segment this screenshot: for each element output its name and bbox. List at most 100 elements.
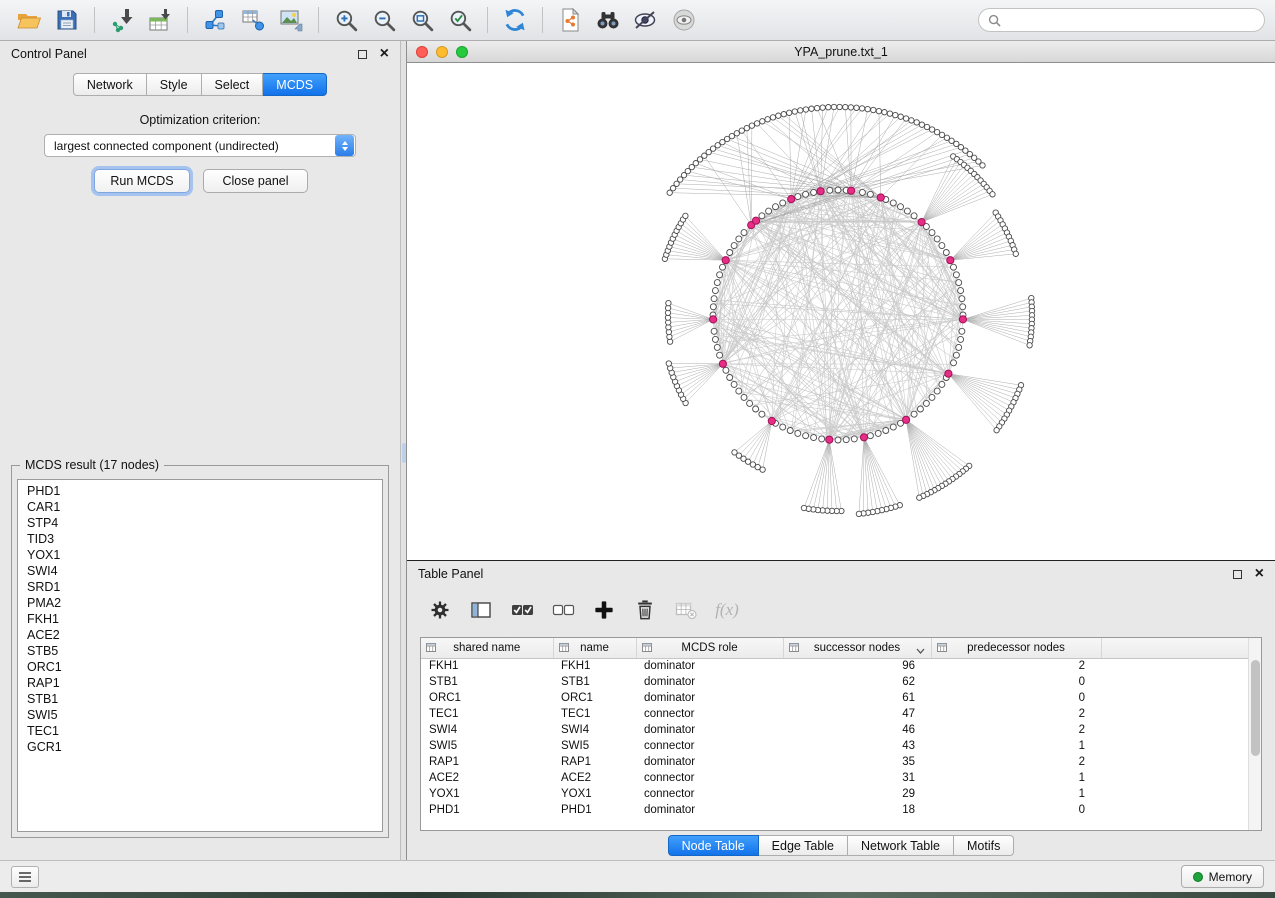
maximize-window-icon[interactable]: [456, 46, 468, 58]
run-mcds-button[interactable]: Run MCDS: [94, 169, 190, 193]
network-view[interactable]: [407, 63, 1275, 560]
table-row[interactable]: YOX1YOX1connector291: [421, 786, 1249, 802]
control-tab-select[interactable]: Select: [202, 73, 264, 96]
mcds-result-item[interactable]: CAR1: [18, 499, 382, 515]
column-header-predecessor-nodes[interactable]: predecessor nodes: [931, 638, 1101, 658]
deselect-all-button[interactable]: [551, 598, 575, 622]
import-table-file-button[interactable]: [144, 4, 176, 36]
panel-splitter[interactable]: [400, 41, 407, 860]
select-all-button[interactable]: [510, 598, 534, 622]
table-row[interactable]: ACE2ACE2connector311: [421, 770, 1249, 786]
import-public-network-button[interactable]: [554, 4, 586, 36]
table-panel: Table Panel ×: [407, 561, 1275, 860]
scrollbar-thumb[interactable]: [1251, 660, 1260, 756]
table-row[interactable]: PHD1PHD1dominator180: [421, 802, 1249, 818]
mcds-result-item[interactable]: RAP1: [18, 675, 382, 691]
splitter-handle-icon[interactable]: [402, 443, 406, 463]
close-panel-button[interactable]: Close panel: [203, 169, 308, 193]
toolbar-separator: [318, 7, 319, 33]
save-session-button[interactable]: [51, 4, 83, 36]
column-header-shared-name[interactable]: shared name: [421, 638, 553, 658]
network-canvas[interactable]: [407, 63, 1275, 560]
float-panel-icon[interactable]: [358, 50, 367, 59]
column-header-name[interactable]: name: [553, 638, 636, 658]
control-tab-network[interactable]: Network: [73, 73, 147, 96]
mcds-result-item[interactable]: SWI4: [18, 563, 382, 579]
network-window-titlebar[interactable]: YPA_prune.txt_1: [407, 41, 1275, 63]
vertical-scrollbar[interactable]: [1248, 638, 1261, 830]
list-menu-icon: [18, 871, 32, 883]
show-column-panel-button[interactable]: [469, 598, 493, 622]
memory-status-icon: [1193, 872, 1203, 882]
mcds-result-item[interactable]: STP4: [18, 515, 382, 531]
mcds-result-item[interactable]: SRD1: [18, 579, 382, 595]
delete-column-button[interactable]: [633, 598, 657, 622]
optimization-criterion-select[interactable]: largest connected component (undirected): [44, 134, 356, 157]
delete-table-button[interactable]: [674, 598, 698, 622]
control-tab-style[interactable]: Style: [147, 73, 202, 96]
selected-option: largest connected component (undirected): [45, 139, 335, 153]
mcds-result-item[interactable]: PMA2: [18, 595, 382, 611]
mcds-result-item[interactable]: STB1: [18, 691, 382, 707]
mcds-result-item[interactable]: TID3: [18, 531, 382, 547]
window-controls: [407, 46, 468, 58]
node-table: shared namenameMCDS rolesuccessor nodesp…: [421, 638, 1249, 818]
node-table-container: shared namenameMCDS rolesuccessor nodesp…: [420, 637, 1262, 831]
mcds-result-item[interactable]: FKH1: [18, 611, 382, 627]
close-window-icon[interactable]: [416, 46, 428, 58]
network-window-title: YPA_prune.txt_1: [407, 45, 1275, 59]
open-session-button[interactable]: [13, 4, 45, 36]
first-neighbors-button[interactable]: [630, 4, 662, 36]
eye-icon: [671, 8, 697, 32]
table-row[interactable]: FKH1FKH1dominator962: [421, 658, 1249, 674]
table-tab-node-table[interactable]: Node Table: [668, 835, 759, 856]
export-table-button[interactable]: [237, 4, 269, 36]
table-glyph-icon: [426, 643, 436, 655]
import-network-file-button[interactable]: [106, 4, 138, 36]
table-tab-network-table[interactable]: Network Table: [848, 835, 954, 856]
close-panel-icon[interactable]: ×: [380, 46, 389, 62]
status-menu-button[interactable]: [11, 866, 39, 888]
table-row[interactable]: ORC1ORC1dominator610: [421, 690, 1249, 706]
mcds-result-item[interactable]: SWI5: [18, 707, 382, 723]
table-row[interactable]: STB1STB1dominator620: [421, 674, 1249, 690]
mcds-result-item[interactable]: TEC1: [18, 723, 382, 739]
column-header-mcds-role[interactable]: MCDS role: [636, 638, 783, 658]
add-column-button[interactable]: [592, 598, 616, 622]
minimize-window-icon[interactable]: [436, 46, 448, 58]
search-network-button[interactable]: [592, 4, 624, 36]
search-field[interactable]: [978, 8, 1265, 32]
mcds-result-item[interactable]: ACE2: [18, 627, 382, 643]
function-builder-button[interactable]: f(x): [715, 598, 739, 622]
export-network-button[interactable]: [199, 4, 231, 36]
table-tab-motifs[interactable]: Motifs: [954, 835, 1014, 856]
column-header-successor-nodes[interactable]: successor nodes: [783, 638, 931, 658]
zoom-fit-button[interactable]: [406, 4, 438, 36]
mcds-result-item[interactable]: STB5: [18, 643, 382, 659]
memory-button[interactable]: Memory: [1181, 865, 1264, 888]
zoom-selected-button[interactable]: [444, 4, 476, 36]
mcds-result-list[interactable]: PHD1CAR1STP4TID3YOX1SWI4SRD1PMA2FKH1ACE2…: [17, 479, 383, 832]
export-network-icon: [202, 7, 228, 33]
mcds-result-item[interactable]: GCR1: [18, 739, 382, 755]
mcds-result-item[interactable]: PHD1: [18, 483, 382, 499]
export-image-button[interactable]: [275, 4, 307, 36]
table-tab-edge-table[interactable]: Edge Table: [759, 835, 848, 856]
table-row[interactable]: SWI4SWI4dominator462: [421, 722, 1249, 738]
mcds-result-item[interactable]: ORC1: [18, 659, 382, 675]
control-tab-mcds[interactable]: MCDS: [263, 73, 327, 96]
mcds-result-item[interactable]: YOX1: [18, 547, 382, 563]
table-row[interactable]: SWI5SWI5connector431: [421, 738, 1249, 754]
show-hide-details-button[interactable]: [668, 4, 700, 36]
search-input[interactable]: [1007, 13, 1255, 27]
table-settings-button[interactable]: [428, 598, 452, 622]
table-row[interactable]: RAP1RAP1dominator352: [421, 754, 1249, 770]
zoom-out-button[interactable]: [368, 4, 400, 36]
table-row[interactable]: TEC1TEC1connector472: [421, 706, 1249, 722]
refresh-view-button[interactable]: [499, 4, 531, 36]
zoom-in-button[interactable]: [330, 4, 362, 36]
float-panel-icon[interactable]: [1233, 570, 1242, 579]
function-label: f(x): [715, 600, 739, 620]
memory-label: Memory: [1209, 870, 1252, 884]
close-panel-icon[interactable]: ×: [1255, 566, 1264, 582]
